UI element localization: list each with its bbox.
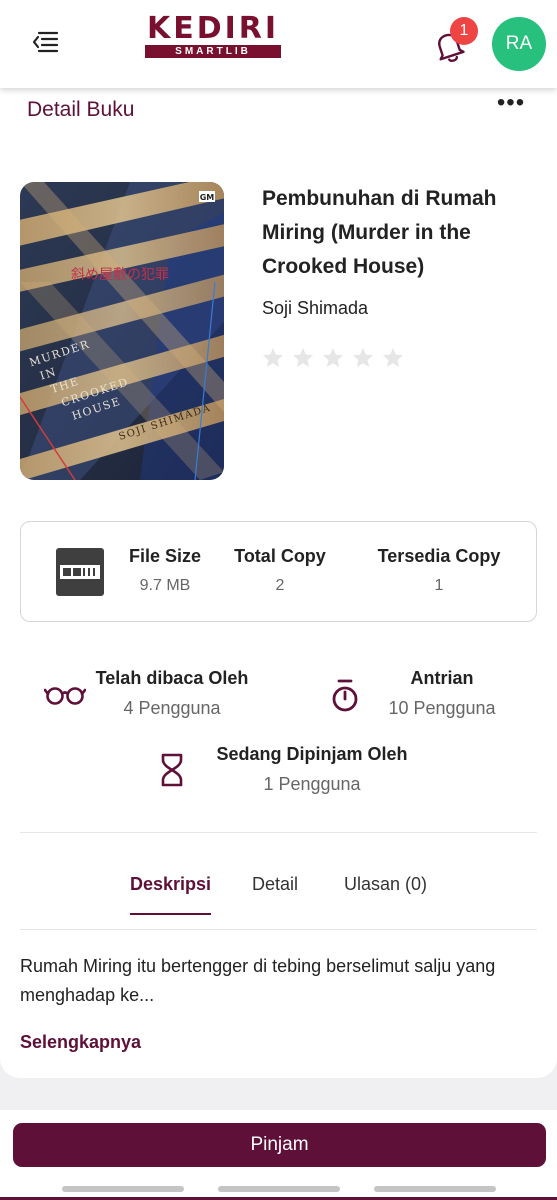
rating-stars <box>261 346 411 372</box>
more-dots-icon: ••• <box>496 89 526 116</box>
tab-ulasan[interactable]: Ulasan (0) <box>344 874 427 913</box>
more-options-button[interactable]: ••• <box>496 91 526 118</box>
file-size-value: 9.7 MB <box>139 577 191 594</box>
kediri-smartlib-logo[interactable]: KEDIRI SMARTLIB <box>145 14 281 66</box>
system-nav-back[interactable] <box>374 1186 496 1192</box>
available-copy-label: Tersedia Copy <box>377 546 501 566</box>
book-title: Pembunuhan di Rumah Miring (Murder in th… <box>262 187 497 278</box>
book-detail-card: Detail Buku ••• GM 斜め屋敷の犯罪 MURDER IN THE… <box>0 88 557 1078</box>
stopwatch-icon <box>332 679 358 712</box>
user-avatar[interactable]: RA <box>492 17 546 71</box>
available-copy-info: Tersedia Copy 1 <box>371 546 507 595</box>
book-description: Rumah Miring itu bertengger di tebing be… <box>20 956 496 1005</box>
hourglass-icon <box>161 753 183 787</box>
section-divider <box>20 832 537 833</box>
total-copy-label: Total Copy <box>234 546 326 566</box>
star-icon <box>323 348 343 367</box>
queue-label: Antrian <box>410 668 474 688</box>
book-cover: GM 斜め屋敷の犯罪 MURDER IN THE CROOKED HOUSE S… <box>20 182 224 480</box>
book-author: Soji Shimada <box>262 298 369 318</box>
logo-main-text: KEDIRI <box>146 11 280 46</box>
read-by-value: 4 Pengguna <box>123 698 221 718</box>
star-icon <box>353 348 373 367</box>
total-copy-info: Total Copy 2 <box>230 546 330 595</box>
queue-stat: Antrian 10 Pengguna <box>372 668 512 719</box>
borrowed-by-value: 1 Pengguna <box>263 774 361 794</box>
queue-value: 10 Pengguna <box>388 698 496 718</box>
drm-icon: DRM <box>56 548 104 596</box>
file-size-info: File Size 9.7 MB <box>115 546 215 595</box>
borrow-button[interactable]: Pinjam <box>13 1123 546 1167</box>
drm-label: DRM <box>80 591 82 593</box>
total-copy-value: 2 <box>275 577 285 594</box>
star-icon <box>293 348 313 367</box>
menu-collapse-button[interactable] <box>30 26 60 56</box>
star-icon <box>263 348 283 367</box>
read-by-label: Telah dibaca Oleh <box>95 668 249 688</box>
bottom-action-bar: Pinjam <box>0 1110 557 1200</box>
logo-sub-text: SMARTLIB <box>145 45 281 58</box>
book-cover-art: GM 斜め屋敷の犯罪 MURDER IN THE CROOKED HOUSE S… <box>20 182 224 480</box>
file-info-box: DRM File Size 9.7 MB Total Copy 2 Tersed… <box>20 521 537 622</box>
borrowed-by-label: Sedang Dipinjam Oleh <box>216 744 408 764</box>
available-copy-value: 1 <box>434 577 444 594</box>
cover-publisher-mark: GM <box>200 193 215 202</box>
notification-count-badge: 1 <box>450 17 478 45</box>
read-by-stat: Telah dibaca Oleh 4 Pengguna <box>92 668 252 719</box>
cover-japanese-title: 斜め屋敷の犯罪 <box>71 267 169 283</box>
star-icon <box>383 348 403 367</box>
menu-indent-icon <box>32 31 59 53</box>
system-nav-recents[interactable] <box>62 1186 184 1192</box>
borrowed-by-stat: Sedang Dipinjam Oleh 1 Pengguna <box>210 744 414 795</box>
tab-detail[interactable]: Detail <box>252 874 298 913</box>
read-more-link[interactable]: Selengkapnya <box>20 1032 141 1053</box>
file-size-label: File Size <box>128 546 202 566</box>
system-nav-home[interactable] <box>218 1186 340 1192</box>
tab-deskripsi[interactable]: Deskripsi <box>130 874 212 915</box>
page-title: Detail Buku <box>27 98 135 121</box>
app-header: KEDIRI SMARTLIB 1 RA <box>0 0 557 88</box>
detail-tabs: Deskripsi Detail Ulasan (0) <box>20 874 537 930</box>
glasses-icon <box>44 687 86 705</box>
